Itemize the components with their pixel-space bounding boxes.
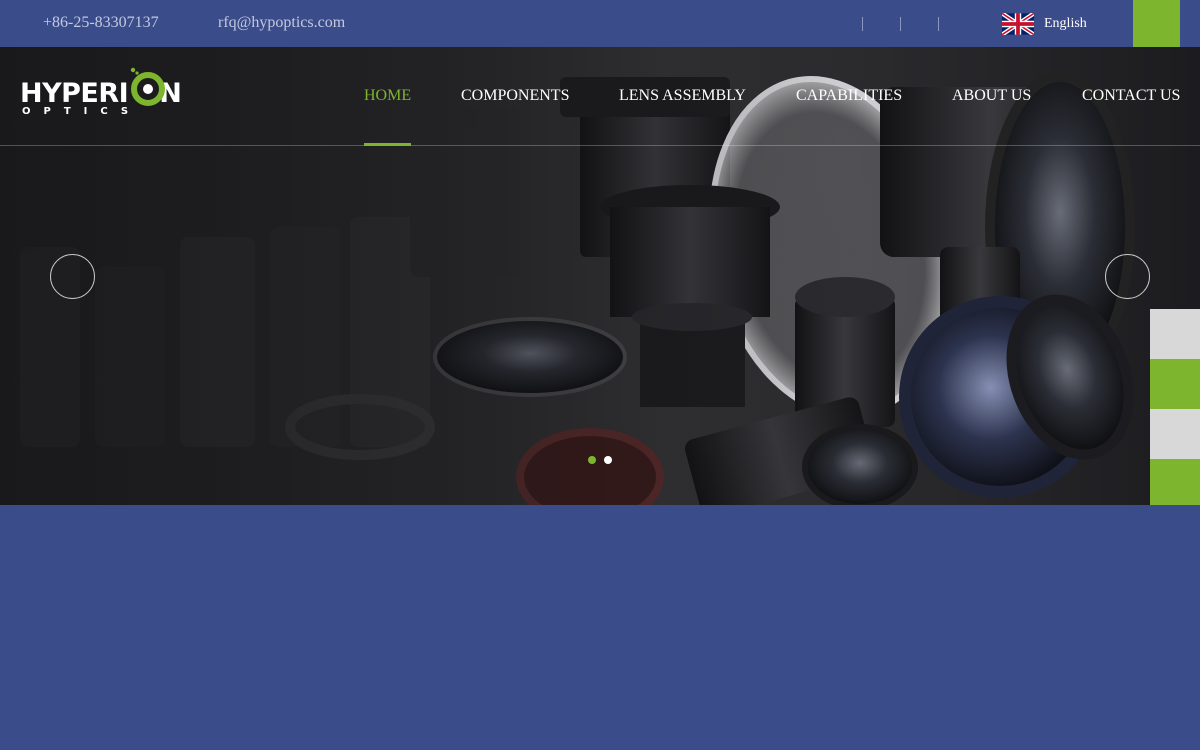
nav-lens-assembly[interactable]: LENS ASSEMBLY	[619, 87, 746, 105]
divider	[862, 17, 863, 31]
slider-dot-2[interactable]	[604, 456, 612, 464]
side-tab-2[interactable]	[1150, 359, 1200, 409]
top-bar: +86-25-83307137 rfq@hypoptics.com Englis…	[0, 0, 1200, 47]
language-label: English	[1044, 16, 1087, 31]
slider-dot-1[interactable]	[588, 456, 596, 464]
slider-pagination	[588, 456, 612, 464]
divider	[938, 17, 939, 31]
slider-prev-button[interactable]	[50, 254, 95, 299]
company-logo[interactable]: HYPERI N OPTICS	[20, 61, 192, 123]
uk-flag-icon	[1002, 13, 1034, 35]
side-tab-1[interactable]	[1150, 309, 1200, 359]
email-address[interactable]: rfq@hypoptics.com	[218, 14, 345, 32]
language-selector[interactable]: English	[1002, 12, 1087, 36]
search-button[interactable]	[1133, 0, 1180, 47]
nav-contact-us[interactable]: CONTACT US	[1082, 87, 1180, 105]
logo-subtitle: OPTICS	[22, 106, 142, 117]
content-section	[0, 505, 1200, 750]
side-tab-3[interactable]	[1150, 409, 1200, 459]
active-nav-indicator	[364, 143, 411, 146]
nav-capabilities[interactable]: CAPABILITIES	[796, 87, 902, 105]
divider	[900, 17, 901, 31]
nav-home[interactable]: HOME	[364, 87, 411, 105]
nav-about-us[interactable]: ABOUT US	[952, 87, 1031, 105]
nav-components[interactable]: COMPONENTS	[461, 87, 569, 105]
side-contact-tabs	[1150, 309, 1200, 509]
side-tab-4[interactable]	[1150, 459, 1200, 509]
phone-number[interactable]: +86-25-83307137	[43, 14, 159, 32]
logo-ring-icon	[130, 67, 165, 106]
slider-next-button[interactable]	[1105, 254, 1150, 299]
site-header: HYPERI N OPTICS HOME COMPONENTS LENS ASSE…	[0, 47, 1200, 146]
